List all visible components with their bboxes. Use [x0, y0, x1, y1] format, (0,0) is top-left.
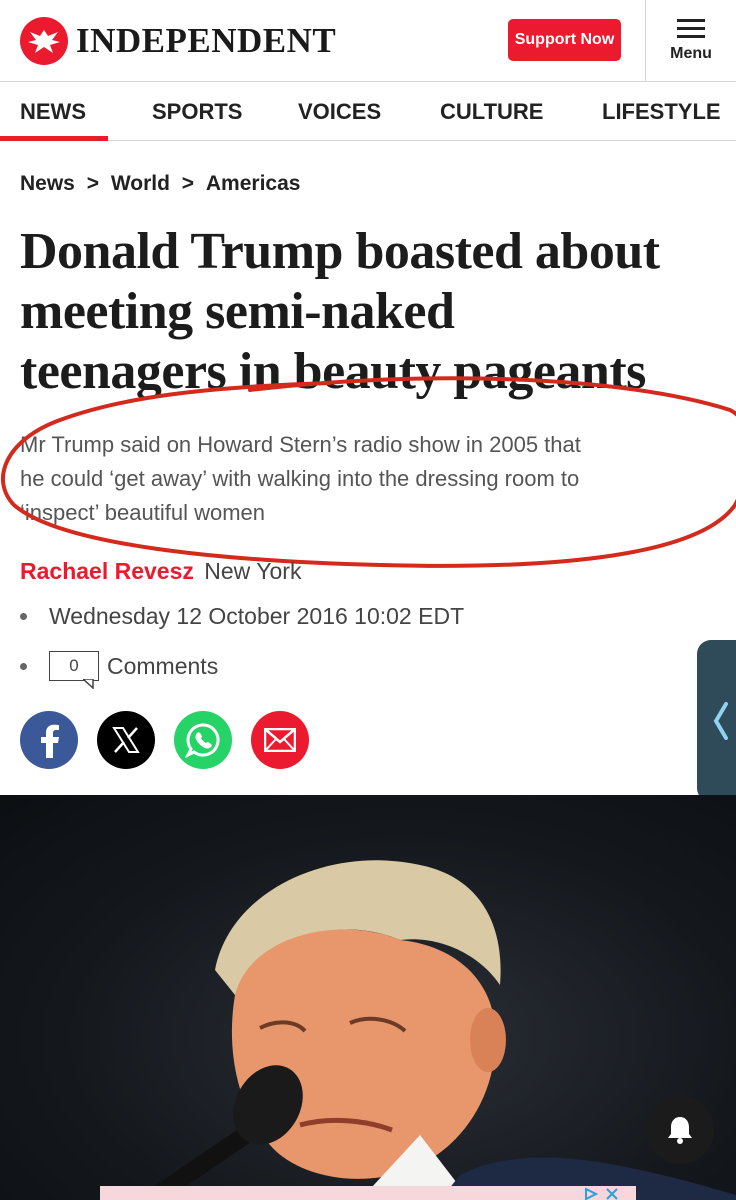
nav-item-sports[interactable]: SPORTS — [152, 83, 242, 141]
breadcrumb-news[interactable]: News — [20, 172, 75, 196]
breadcrumb-separator: > — [181, 172, 195, 195]
comment-count: 0 — [69, 656, 79, 675]
breadcrumb: News > World > Americas — [20, 172, 300, 196]
hamburger-icon — [677, 19, 705, 38]
breadcrumb-americas[interactable]: Americas — [206, 172, 301, 196]
article-hero-image — [0, 795, 736, 1200]
publish-date: Wednesday 12 October 2016 10:02 EDT — [49, 603, 465, 629]
breadcrumb-separator: > — [86, 172, 99, 195]
nav-item-voices[interactable]: VOICES — [298, 83, 381, 141]
menu-button[interactable]: Menu — [646, 0, 736, 82]
nav-item-culture[interactable]: CULTURE — [440, 83, 543, 141]
headline-line: meeting semi-naked — [20, 283, 455, 340]
whatsapp-icon — [185, 723, 220, 758]
site-logo[interactable]: INDEPENDENT — [20, 17, 337, 65]
x-icon — [112, 727, 140, 753]
chevron-left-icon — [713, 702, 728, 740]
comment-count-icon[interactable]: 0 — [49, 651, 99, 689]
bullet-dot — [20, 662, 27, 670]
ad-choices-icon[interactable] — [584, 1188, 598, 1200]
site-header: INDEPENDENT Support Now Menu — [0, 0, 736, 82]
eagle-logo-icon — [20, 17, 68, 65]
logo-wordmark: INDEPENDENT — [76, 21, 337, 60]
share-bar — [20, 711, 328, 769]
whatsapp-share-button[interactable] — [174, 711, 232, 769]
side-drawer-tab[interactable] — [697, 640, 736, 802]
facebook-icon — [41, 724, 59, 758]
close-icon[interactable] — [606, 1188, 618, 1200]
headline-line: teenagers in beauty pageants — [20, 343, 646, 400]
standfirst-line: ‘inspect’ beautiful women — [20, 500, 265, 525]
ad-banner[interactable] — [100, 1186, 636, 1200]
article-headline: Donald Trump boasted about meeting semi-… — [20, 222, 720, 402]
section-nav: NEWS SPORTS VOICES CULTURE LIFESTYLE — [0, 83, 736, 141]
standfirst-line: he could ‘get away’ with walking into th… — [20, 466, 580, 491]
breadcrumb-world[interactable]: World — [111, 172, 170, 196]
menu-label: Menu — [670, 45, 712, 62]
nav-active-indicator — [0, 136, 108, 141]
ad-controls — [584, 1188, 618, 1200]
x-share-button[interactable] — [97, 711, 155, 769]
portrait-photo — [141, 860, 736, 1200]
article-byline: Rachael Revesz New York — [20, 558, 301, 585]
article-standfirst: Mr Trump said on Howard Stern’s radio sh… — [20, 428, 710, 530]
standfirst-line: Mr Trump said on Howard Stern’s radio sh… — [20, 432, 581, 457]
bell-icon — [668, 1117, 692, 1144]
date-row: Wednesday 12 October 2016 10:02 EDT — [20, 603, 464, 630]
nav-item-lifestyle[interactable]: LIFESTYLE — [602, 83, 721, 141]
email-share-button[interactable] — [251, 711, 309, 769]
notification-bell-button[interactable] — [646, 1096, 714, 1164]
headline-line: Donald Trump boasted about — [20, 223, 660, 280]
comments-row[interactable]: 0 Comments — [20, 651, 218, 689]
bullet-dot — [20, 613, 27, 620]
nav-item-news[interactable]: NEWS — [20, 83, 86, 141]
support-now-button[interactable]: Support Now — [508, 19, 621, 61]
author-location: New York — [204, 558, 302, 584]
facebook-share-button[interactable] — [20, 711, 78, 769]
email-icon — [264, 728, 296, 752]
author-link[interactable]: Rachael Revesz — [20, 558, 194, 584]
comments-label[interactable]: Comments — [107, 653, 218, 680]
